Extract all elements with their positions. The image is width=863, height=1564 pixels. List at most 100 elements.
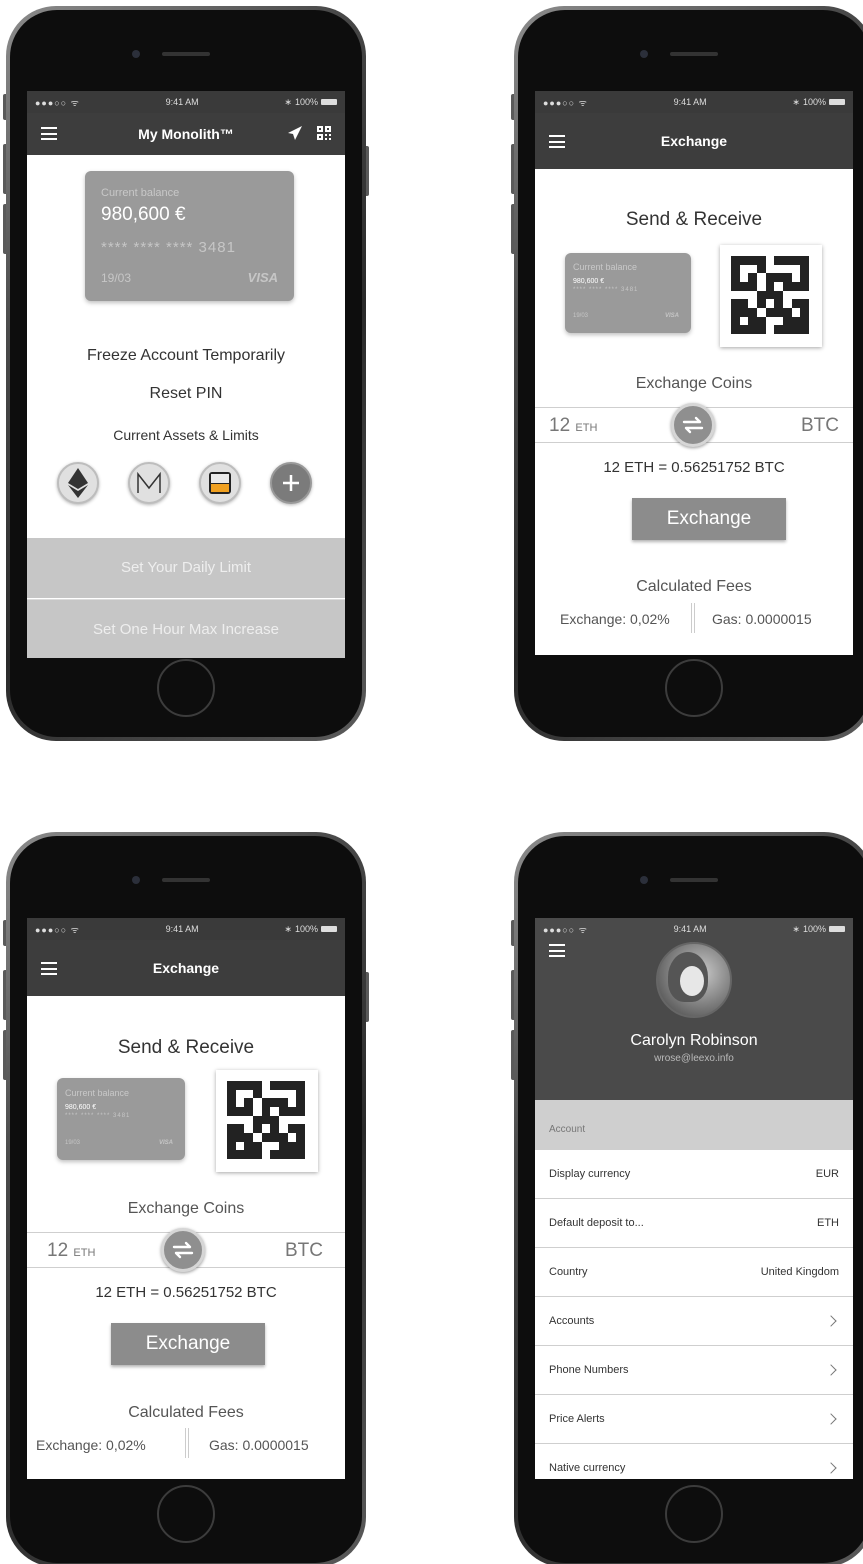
exchange-button[interactable]: Exchange xyxy=(632,498,786,540)
menu-icon[interactable] xyxy=(549,944,565,957)
screen-main: ●●●○○ ᯤ 9:41 AM ∗ 100% My Monolith™ Curre… xyxy=(27,91,345,658)
status-bar: ●●●○○ ᯤ 9:41 AM ∗ 100% xyxy=(535,918,853,940)
card-expiry: 19/03 xyxy=(65,1140,81,1146)
menu-icon[interactable] xyxy=(41,127,57,140)
bluetooth-icon: ∗ xyxy=(792,96,800,107)
speaker-grille xyxy=(162,878,210,882)
screen-exchange: ●●●○○ ᯤ 9:41 AM ∗ 100% Exchange Send & Re… xyxy=(535,91,853,655)
set-hour-max-button[interactable]: Set One Hour Max Increase xyxy=(27,599,345,658)
camera-icon xyxy=(132,50,140,58)
swap-icon[interactable] xyxy=(671,403,715,447)
monolith-icon[interactable] xyxy=(128,462,170,504)
set-daily-limit-button[interactable]: Set Your Daily Limit xyxy=(27,538,345,598)
home-button[interactable] xyxy=(157,659,215,717)
battery-icon xyxy=(320,99,337,105)
status-time: 9:41 AM xyxy=(165,924,199,934)
home-button[interactable] xyxy=(157,1485,215,1543)
bluetooth-icon: ∗ xyxy=(284,923,292,934)
fee-gas: Gas: 0.0000015 xyxy=(712,611,812,627)
card-balance-label: Current balance xyxy=(573,262,638,272)
settings-row-phone-numbers[interactable]: Phone Numbers xyxy=(535,1346,853,1395)
chevron-right-icon xyxy=(825,1413,837,1425)
status-time: 9:41 AM xyxy=(165,97,199,107)
menu-icon[interactable] xyxy=(549,135,565,148)
bluetooth-icon: ∗ xyxy=(792,923,800,934)
camera-icon xyxy=(640,50,648,58)
freeze-account-link[interactable]: Freeze Account Temporarily xyxy=(27,347,345,365)
settings-row-label: Accounts xyxy=(549,1315,595,1327)
card-balance-label: Current balance xyxy=(65,1088,130,1098)
signal-icon: ●●●○○ ᯤ xyxy=(543,97,588,108)
reset-pin-link[interactable]: Reset PIN xyxy=(27,385,345,403)
card-brand: VISA xyxy=(158,1140,173,1146)
settings-row-display-currency[interactable]: Display currency EUR xyxy=(535,1150,853,1199)
ethereum-icon[interactable] xyxy=(57,462,99,504)
balance-card[interactable]: Current balance 980,600 € **** **** ****… xyxy=(85,171,294,301)
speaker-grille xyxy=(162,52,210,56)
status-bar: ●●●○○ ᯤ 9:41 AM ∗ 100% xyxy=(27,918,345,940)
status-time: 9:41 AM xyxy=(673,924,707,934)
first-blood-icon[interactable] xyxy=(199,462,241,504)
card-brand: VISA xyxy=(664,313,679,319)
exchange-coins-title: Exchange Coins xyxy=(635,375,753,392)
profile-header: Carolyn Robinson wrose@leexo.info xyxy=(535,940,853,1100)
qr-code[interactable] xyxy=(720,245,822,347)
exchange-rate: 12 ETH = 0.56251752 BTC xyxy=(603,459,785,476)
settings-row-label: Price Alerts xyxy=(549,1413,605,1425)
from-amount[interactable]: 12 ETH xyxy=(549,415,597,437)
card-expiry: 19/03 xyxy=(101,271,132,285)
chevron-right-icon xyxy=(825,1364,837,1376)
settings-row-label: Native currency xyxy=(549,1462,626,1474)
settings-row-label: Default deposit to... xyxy=(549,1217,644,1229)
battery-indicator: ∗ 100% xyxy=(792,97,845,108)
exchange-button[interactable]: Exchange xyxy=(111,1323,265,1365)
from-amount[interactable]: 12 ETH xyxy=(47,1240,95,1262)
settings-row-country[interactable]: Country United Kingdom xyxy=(535,1248,853,1297)
menu-icon[interactable] xyxy=(41,962,57,975)
settings-row-default-deposit[interactable]: Default deposit to... ETH xyxy=(535,1199,853,1248)
calculated-fees-title: Calculated Fees xyxy=(128,1404,244,1421)
home-button[interactable] xyxy=(665,659,723,717)
card-number: **** **** **** 3481 xyxy=(101,239,236,256)
battery-indicator: ∗ 100% xyxy=(792,924,845,935)
balance-card-small[interactable]: Current balance 980,600 € **** **** ****… xyxy=(565,253,691,333)
avatar[interactable] xyxy=(656,942,732,1018)
screen-exchange: ●●●○○ ᯤ 9:41 AM ∗ 100% Exchange Send & Re… xyxy=(27,918,345,1479)
profile-name: Carolyn Robinson xyxy=(630,1032,758,1049)
qr-code[interactable] xyxy=(216,1070,318,1172)
calculated-fees-title: Calculated Fees xyxy=(636,578,752,595)
send-icon[interactable] xyxy=(287,125,303,141)
to-currency[interactable]: BTC xyxy=(801,415,839,437)
to-currency[interactable]: BTC xyxy=(285,1240,323,1262)
battery-icon xyxy=(320,926,337,932)
phone-profile: ●●●○○ ᯤ 9:41 AM ∗ 100% Carolyn Robinson w… xyxy=(511,832,863,1564)
status-bar: ●●●○○ ᯤ 9:41 AM ∗ 100% xyxy=(535,91,853,113)
balance-card-small[interactable]: Current balance 980,600 € **** **** ****… xyxy=(57,1078,185,1160)
account-section-header: Account xyxy=(535,1100,853,1150)
settings-row-label: Display currency xyxy=(549,1168,631,1180)
exchange-coins-title: Exchange Coins xyxy=(127,1200,245,1217)
swap-icon[interactable] xyxy=(161,1228,205,1272)
settings-row-native-currency[interactable]: Native currency xyxy=(535,1444,853,1479)
settings-row-price-alerts[interactable]: Price Alerts xyxy=(535,1395,853,1444)
settings-row-label: Country xyxy=(549,1266,588,1278)
qr-code-icon[interactable] xyxy=(317,126,331,140)
signal-icon: ●●●○○ ᯤ xyxy=(35,924,80,935)
battery-icon xyxy=(828,926,845,932)
page-title: My Monolith™ xyxy=(138,126,234,142)
fee-exchange: Exchange: 0,02% xyxy=(560,611,670,627)
card-balance-label: Current balance xyxy=(101,187,180,199)
settings-row-accounts[interactable]: Accounts xyxy=(535,1297,853,1346)
fees-divider xyxy=(185,1428,189,1458)
card-balance-amount: 980,600 € xyxy=(101,204,186,225)
fee-exchange: Exchange: 0,02% xyxy=(36,1437,146,1453)
add-icon[interactable] xyxy=(270,462,312,504)
camera-icon xyxy=(640,876,648,884)
nav-bar: My Monolith™ xyxy=(27,113,345,155)
qr-code-pattern xyxy=(731,256,809,334)
profile-email: wrose@leexo.info xyxy=(654,1053,734,1064)
screen-profile: ●●●○○ ᯤ 9:41 AM ∗ 100% Carolyn Robinson w… xyxy=(535,918,853,1479)
home-button[interactable] xyxy=(665,1485,723,1543)
exchange-pair-row: 12 ETH BTC xyxy=(535,403,853,447)
chevron-right-icon xyxy=(825,1462,837,1474)
